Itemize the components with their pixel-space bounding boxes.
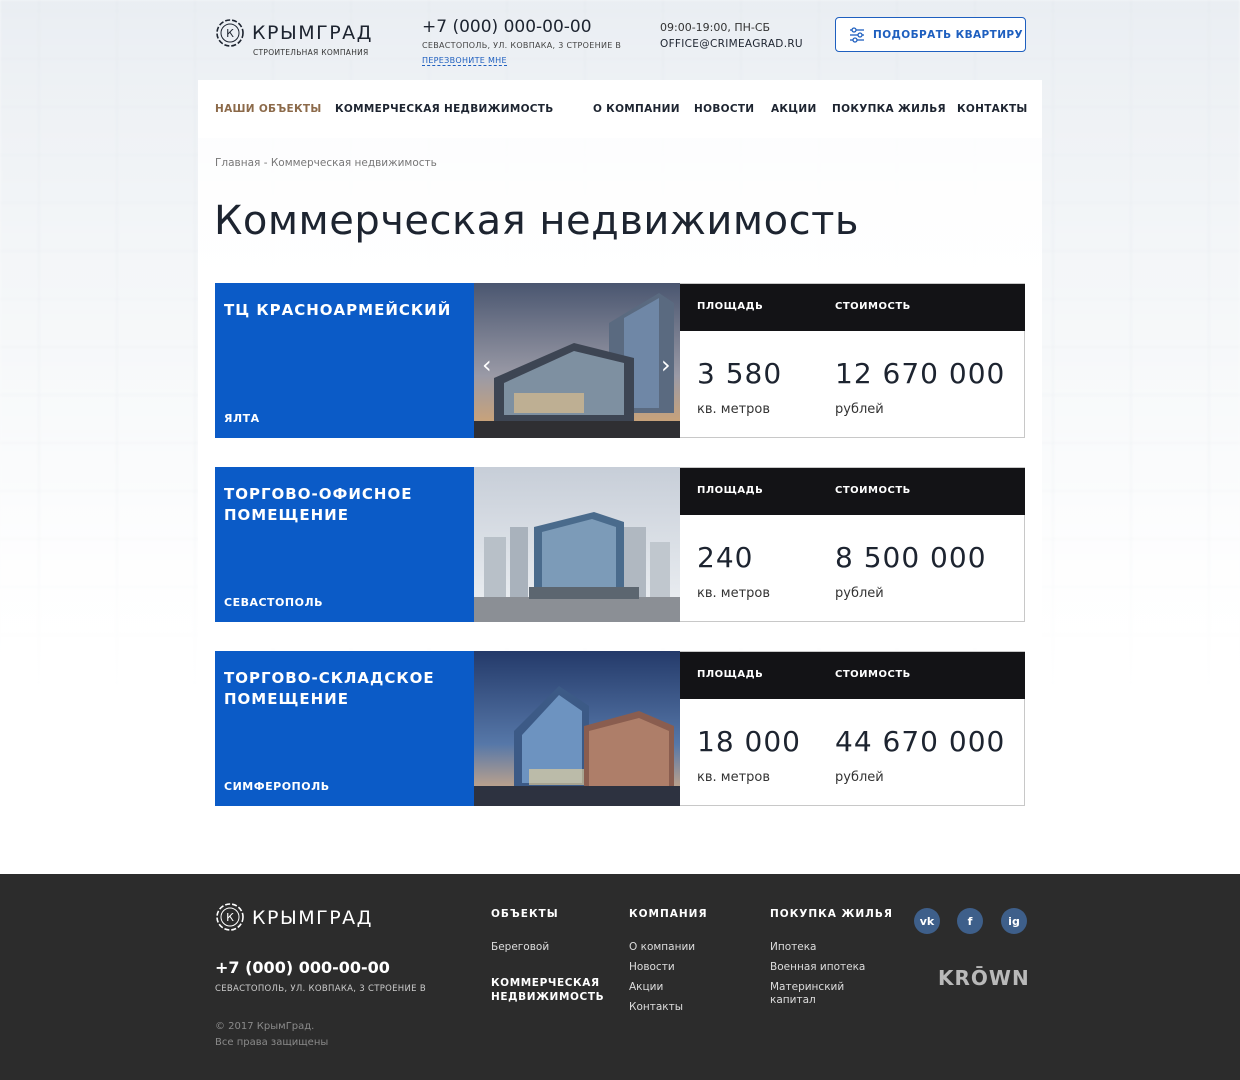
price-unit: рублей (835, 402, 884, 417)
area-value: 3 580 (697, 357, 783, 390)
footer-col-objects-title: ОБЪЕКТЫ (491, 908, 559, 920)
area-label: ПЛОЩАДЬ (697, 301, 764, 312)
page-title: Коммерческая недвижимость (214, 198, 859, 244)
chevron-right-icon[interactable]: › (661, 351, 671, 379)
property-city: СИМФЕРОПОЛЬ (224, 780, 330, 793)
svg-text:К: К (226, 911, 234, 924)
breadcrumb[interactable]: Главная - Коммерческая недвижимость (215, 157, 437, 169)
card-stats: ПЛОЩАДЬ СТОИМОСТЬ 240 8 500 000 кв. метр… (680, 467, 1025, 622)
card-stats: ПЛОЩАДЬ СТОИМОСТЬ 3 580 12 670 000 кв. м… (680, 283, 1025, 438)
header-email[interactable]: OFFICE@CRIMEAGRAD.RU (660, 38, 803, 50)
area-unit: кв. метров (697, 586, 771, 601)
footer-link-promotions[interactable]: Акции (629, 981, 663, 993)
rights-line: Все права защищены (215, 1037, 329, 1048)
main-nav: НАШИ ОБЪЕКТЫ КОММЕРЧЕСКАЯ НЕДВИЖИМОСТЬ О… (198, 80, 1042, 138)
footer: К КРЫМГРАД +7 (000) 000-00-00 СЕВАСТОПОЛ… (0, 874, 1240, 1080)
callback-link[interactable]: ПЕРЕЗВОНИТЕ МНЕ (422, 56, 507, 66)
nav-item-commercial[interactable]: КОММЕРЧЕСКАЯ НЕДВИЖИМОСТЬ (335, 103, 554, 115)
property-city: ЯЛТА (224, 412, 260, 425)
working-hours: 09:00-19:00, ПН-СБ (660, 21, 771, 34)
area-unit: кв. метров (697, 402, 771, 417)
nav-item-contacts[interactable]: КОНТАКТЫ (957, 103, 1028, 115)
facebook-icon[interactable]: f (957, 908, 983, 934)
pick-apartment-label: ПОДОБРАТЬ КВАРТИРУ (873, 28, 1023, 41)
stats-header: ПЛОЩАДЬ СТОИМОСТЬ (680, 652, 1025, 699)
chevron-left-icon[interactable]: ‹ (482, 351, 492, 379)
stats-header: ПЛОЩАДЬ СТОИМОСТЬ (680, 284, 1025, 331)
footer-link-mortgage[interactable]: Ипотека (770, 941, 817, 953)
property-name[interactable]: ТЦ КРАСНОАРМЕЙСКИЙ (224, 300, 464, 321)
property-name[interactable]: ТОРГОВО-ОФИСНОЕ ПОМЕЩЕНИЕ (224, 484, 464, 526)
vk-icon[interactable]: vk (914, 908, 940, 934)
card-stats: ПЛОЩАДЬ СТОИМОСТЬ 18 000 44 670 000 кв. … (680, 651, 1025, 806)
footer-logo-text: КРЫМГРАД (252, 907, 373, 929)
logo-mark-icon: К (216, 903, 244, 931)
price-value: 12 670 000 (835, 357, 1006, 390)
footer-col-company-title: КОМПАНИЯ (629, 908, 708, 920)
area-value: 240 (697, 541, 754, 574)
price-label: СТОИМОСТЬ (835, 301, 911, 312)
nav-item-promotions[interactable]: АКЦИИ (771, 103, 817, 115)
footer-link-about[interactable]: О компании (629, 941, 695, 953)
logo-subtitle: СТРОИТЕЛЬНАЯ КОМПАНИЯ (253, 48, 369, 57)
footer-address: СЕВАСТОПОЛЬ, УЛ. КОВПАКА, 3 СТРОЕНИЕ В (215, 984, 426, 994)
property-photo[interactable] (474, 651, 680, 806)
copyright: © 2017 КрымГрад. Все права защищены (215, 1019, 328, 1051)
nav-item-our-objects[interactable]: НАШИ ОБЪЕКТЫ (215, 103, 322, 115)
header-phone[interactable]: +7 (000) 000-00-00 (422, 17, 592, 37)
krown-logo[interactable]: KRŌWN (938, 966, 1030, 990)
property-name[interactable]: ТОРГОВО-СКЛАДСКОЕ ПОМЕЩЕНИЕ (224, 668, 464, 710)
svg-text:К: К (226, 27, 234, 40)
building-image (474, 283, 680, 438)
building-image (474, 467, 680, 622)
price-unit: рублей (835, 586, 884, 601)
building-image (474, 651, 680, 806)
nav-item-housing-purchase[interactable]: ПОКУПКА ЖИЛЬЯ (832, 103, 946, 115)
stats-header: ПЛОЩАДЬ СТОИМОСТЬ (680, 468, 1025, 515)
footer-link-maternal-capital[interactable]: Материнский капитал (770, 981, 870, 1007)
nav-item-news[interactable]: НОВОСТИ (694, 103, 754, 115)
area-value: 18 000 (697, 725, 801, 758)
footer-phone[interactable]: +7 (000) 000-00-00 (215, 958, 390, 977)
filter-icon (850, 26, 864, 43)
property-photo[interactable] (474, 467, 680, 622)
footer-link-military-mortgage[interactable]: Военная ипотека (770, 961, 865, 973)
footer-col-buy-title: ПОКУПКА ЖИЛЬЯ (770, 908, 893, 920)
copyright-line: © 2017 КрымГрад. (215, 1021, 315, 1032)
header: К КРЫМГРАД СТРОИТЕЛЬНАЯ КОМПАНИЯ +7 (000… (215, 14, 1026, 74)
card-info-panel: ТОРГОВО-ОФИСНОЕ ПОМЕЩЕНИЕ СЕВАСТОПОЛЬ (215, 467, 474, 622)
property-card[interactable]: ТОРГОВО-ОФИСНОЕ ПОМЕЩЕНИЕ СЕВАСТОПОЛЬ ПЛ… (215, 467, 1025, 622)
card-info-panel: ТЦ КРАСНОАРМЕЙСКИЙ ЯЛТА (215, 283, 474, 438)
area-label: ПЛОЩАДЬ (697, 485, 764, 496)
property-card[interactable]: ТОРГОВО-СКЛАДСКОЕ ПОМЕЩЕНИЕ СИМФЕРОПОЛЬ … (215, 651, 1025, 806)
footer-link-contacts[interactable]: Контакты (629, 1001, 683, 1013)
logo[interactable]: К КРЫМГРАД СТРОИТЕЛЬНАЯ КОМПАНИЯ (215, 16, 375, 66)
price-label: СТОИМОСТЬ (835, 669, 911, 680)
price-value: 8 500 000 (835, 541, 987, 574)
property-card[interactable]: ТЦ КРАСНОАРМЕЙСКИЙ ЯЛТА ‹ › ПЛОЩАДЬ СТОИ… (215, 283, 1025, 438)
price-unit: рублей (835, 770, 884, 785)
price-label: СТОИМОСТЬ (835, 485, 911, 496)
instagram-icon[interactable]: ig (1001, 908, 1027, 934)
property-city: СЕВАСТОПОЛЬ (224, 596, 323, 609)
footer-link-commercial[interactable]: КОММЕРЧЕСКАЯ НЕДВИЖИМОСТЬ (491, 976, 611, 1004)
footer-link-beregovoy[interactable]: Береговой (491, 941, 549, 953)
logo-mark-icon: К (216, 19, 244, 47)
footer-link-news[interactable]: Новости (629, 961, 675, 973)
pick-apartment-button[interactable]: ПОДОБРАТЬ КВАРТИРУ (835, 17, 1026, 52)
header-address: СЕВАСТОПОЛЬ, УЛ. КОВПАКА, 3 СТРОЕНИЕ В (422, 41, 622, 50)
area-unit: кв. метров (697, 770, 771, 785)
nav-item-about[interactable]: О КОМПАНИИ (593, 103, 680, 115)
card-info-panel: ТОРГОВО-СКЛАДСКОЕ ПОМЕЩЕНИЕ СИМФЕРОПОЛЬ (215, 651, 474, 806)
price-value: 44 670 000 (835, 725, 1006, 758)
property-photo[interactable]: ‹ › (474, 283, 680, 438)
area-label: ПЛОЩАДЬ (697, 669, 764, 680)
logo-text: КРЫМГРАД (252, 22, 373, 44)
